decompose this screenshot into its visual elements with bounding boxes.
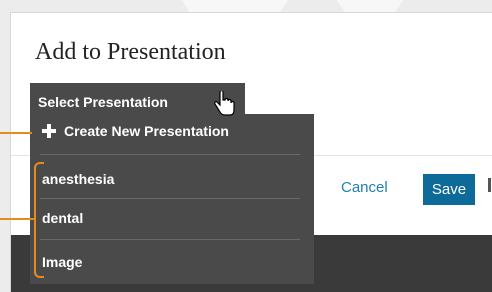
next-button-edge (488, 178, 491, 192)
menu-item-anesthesia[interactable]: anesthesia (42, 171, 300, 187)
annotation-bracket (34, 162, 44, 278)
annotation-line-items (0, 218, 34, 220)
dialog-title: Add to Presentation (35, 39, 226, 65)
menu-separator (40, 154, 300, 155)
presentation-dropdown-menu: Create New Presentation anesthesia denta… (30, 114, 314, 284)
save-button[interactable]: Save (423, 174, 475, 205)
plus-icon (42, 124, 56, 138)
hand-pointer-icon (214, 91, 235, 116)
cancel-button[interactable]: Cancel (341, 179, 388, 196)
select-presentation-label: Select Presentation (38, 94, 168, 110)
menu-separator (40, 239, 300, 240)
create-new-presentation-label: Create New Presentation (64, 123, 229, 139)
annotation-line-create (0, 132, 32, 134)
menu-item-dental[interactable]: dental (42, 210, 300, 226)
menu-item-image[interactable]: Image (42, 254, 300, 270)
create-new-presentation-item[interactable]: Create New Presentation (42, 123, 300, 139)
menu-separator (40, 198, 300, 199)
